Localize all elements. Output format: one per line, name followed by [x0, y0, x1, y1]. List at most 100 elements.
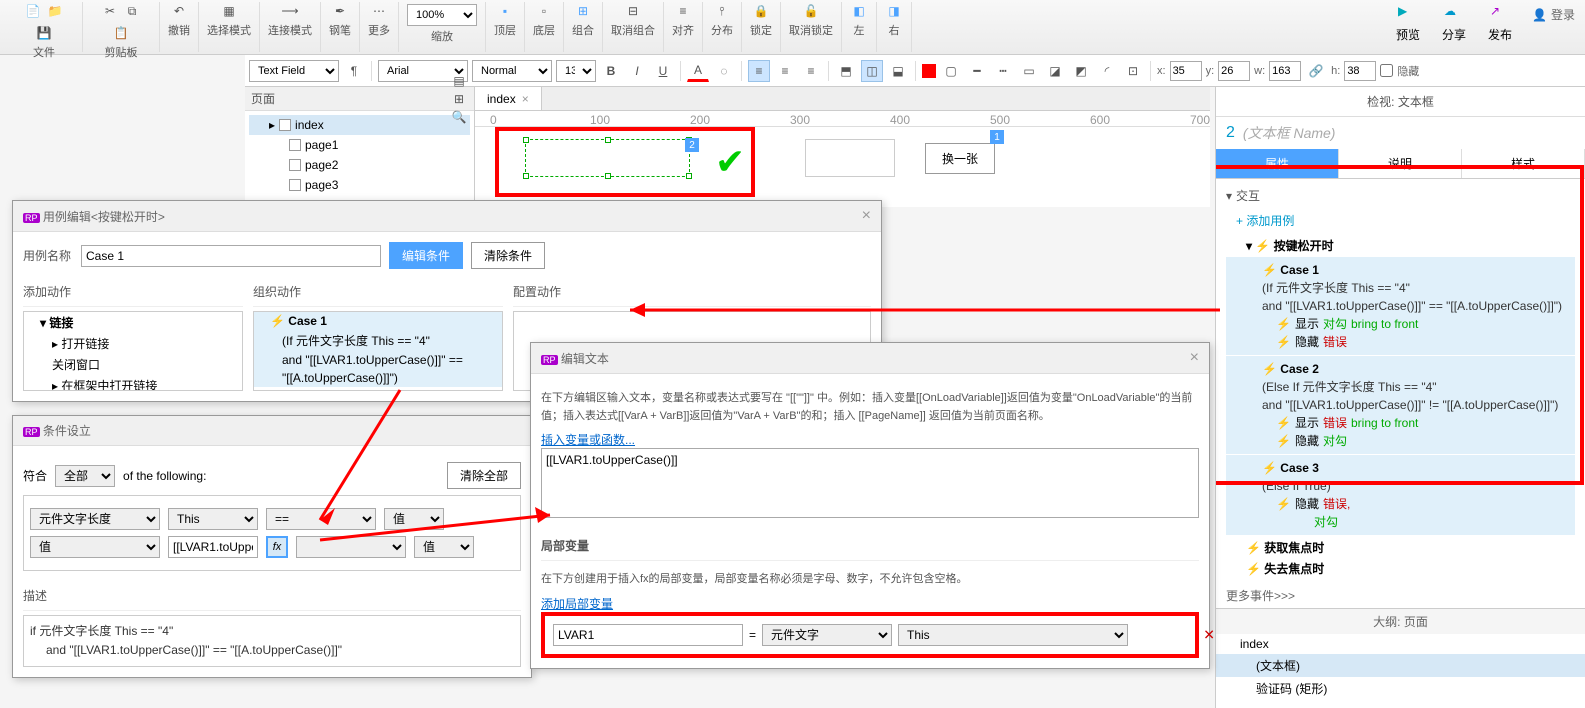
more-events-link[interactable]: 更多事件>>> [1216, 583, 1585, 608]
add-folder-icon[interactable]: ⊞ [450, 90, 468, 108]
add-local-var-link[interactable]: 添加局部变量 [541, 597, 613, 611]
paste-icon[interactable]: 📋 [112, 24, 130, 42]
border-color-icon[interactable]: ▢ [940, 60, 962, 82]
add-page-icon[interactable]: ▤ [450, 72, 468, 90]
size-select[interactable]: 13 [556, 60, 596, 82]
lock-icon[interactable]: 🔒 [752, 2, 770, 20]
effects-icon[interactable]: ◌ [713, 60, 735, 82]
close-dialog-icon[interactable]: × [862, 207, 871, 225]
page-item-page1[interactable]: page1 [249, 135, 470, 155]
delete-var-icon[interactable]: ✕ [1203, 626, 1215, 643]
new-file-icon[interactable]: 📄 [24, 2, 42, 20]
canvas-content[interactable]: 2 ✔ 换一张 1 [475, 127, 1210, 207]
open-file-icon[interactable]: 📁 [46, 2, 64, 20]
cond1-target[interactable]: This [168, 508, 258, 530]
canvas-tab-index[interactable]: index× [475, 87, 542, 110]
save-icon[interactable]: 💾 [35, 24, 53, 42]
event-focus[interactable]: ⚡ 获取焦点时 [1226, 537, 1575, 558]
insert-var-link[interactable]: 插入变量或函数... [541, 433, 635, 447]
action-tree[interactable]: ▾ 链接 ▸ 打开链接 关闭窗口 ▸ 在框架中打开链接 滚动到元件<锚链接> [23, 311, 243, 391]
lock-ratio-icon[interactable]: 🔗 [1305, 60, 1327, 82]
outline-root[interactable]: index [1216, 634, 1585, 654]
change-button[interactable]: 换一张 1 [925, 143, 995, 174]
x-input[interactable] [1170, 61, 1202, 81]
undo-icon[interactable]: ↶ [170, 2, 188, 20]
dock-right-icon[interactable]: ◨ [885, 2, 903, 20]
outline-item-captcha[interactable]: 验证码 (矩形) [1216, 677, 1585, 700]
close-edit-dialog-icon[interactable]: × [1190, 349, 1199, 367]
var-name-input[interactable] [553, 624, 743, 646]
weight-select[interactable]: Normal [472, 60, 552, 82]
connect-mode-icon[interactable]: ⟶ [281, 2, 299, 20]
fx-button[interactable]: fx [266, 536, 288, 558]
text-field-widget[interactable]: 2 [525, 139, 690, 177]
page-item-index[interactable]: ▸ index [249, 115, 470, 135]
bold-icon[interactable]: B [600, 60, 622, 82]
ungroup-icon[interactable]: ⊟ [624, 2, 642, 20]
clear-condition-button[interactable]: 清除条件 [471, 242, 545, 269]
unlock-icon[interactable]: 🔓 [802, 2, 820, 20]
hidden-checkbox[interactable] [1380, 64, 1393, 77]
case-name-input[interactable] [81, 245, 381, 267]
copy-icon[interactable]: ⧉ [123, 2, 141, 20]
login-button[interactable]: 👤登录 [1528, 2, 1579, 27]
w-input[interactable] [1269, 61, 1301, 81]
align-left-icon[interactable]: ≡ [748, 60, 770, 82]
back-icon[interactable]: ▫ [535, 2, 553, 20]
text-color-icon[interactable]: A [687, 60, 709, 82]
more-icon[interactable]: ⋯ [370, 2, 388, 20]
var-type-select[interactable]: 元件文字 [762, 624, 892, 646]
italic-icon[interactable]: I [626, 60, 648, 82]
front-icon[interactable]: ▪ [496, 2, 514, 20]
group-icon[interactable]: ⊞ [574, 2, 592, 20]
valign-bottom-icon[interactable]: ⬓ [887, 60, 909, 82]
fill-color-icon[interactable] [922, 64, 936, 78]
event-blur[interactable]: ⚡ 失去焦点时 [1226, 558, 1575, 579]
align-right-icon[interactable]: ≡ [800, 60, 822, 82]
expression-textarea[interactable]: [[LVAR1.toUpperCase()]] [541, 448, 1199, 518]
close-tab-icon[interactable]: × [522, 92, 529, 106]
cond1-op[interactable]: == [266, 508, 376, 530]
align-center-icon[interactable]: ≡ [774, 60, 796, 82]
cond2-op[interactable] [296, 536, 406, 558]
border-style-icon[interactable]: ┅ [992, 60, 1014, 82]
match-select[interactable]: 全部 [55, 465, 115, 487]
page-item-page3[interactable]: page3 [249, 175, 470, 195]
page-item-page2[interactable]: page2 [249, 155, 470, 175]
search-page-icon[interactable]: 🔍 [450, 108, 468, 126]
clear-all-button[interactable]: 清除全部 [447, 462, 521, 489]
cut-icon[interactable]: ✂ [101, 2, 119, 20]
valign-top-icon[interactable]: ⬒ [835, 60, 857, 82]
border-width-icon[interactable]: ━ [966, 60, 988, 82]
preview-button[interactable]: ▶预览 [1390, 2, 1426, 45]
cond2-type[interactable]: 值 [30, 536, 160, 558]
edit-condition-button[interactable]: 编辑条件 [389, 242, 463, 269]
captcha-widget[interactable] [805, 139, 895, 177]
cond2-valtype[interactable]: 值 [414, 536, 474, 558]
widget-name-input[interactable]: (文本框 Name) [1243, 123, 1336, 143]
pen-icon[interactable]: ✒ [331, 2, 349, 20]
outline-item-textfield[interactable]: (文本框) [1216, 654, 1585, 677]
var-target-select[interactable]: This [898, 624, 1128, 646]
cond2-val[interactable] [168, 536, 258, 558]
shadow-inner-icon[interactable]: ◩ [1070, 60, 1092, 82]
shadow-outer-icon[interactable]: ◪ [1044, 60, 1066, 82]
cond1-type[interactable]: 元件文字长度 [30, 508, 160, 530]
org-action-tree[interactable]: ⚡ Case 1 (If 元件文字长度 This == "4" and "[[L… [253, 311, 503, 391]
distribute-icon[interactable]: ⫯ [713, 2, 731, 20]
zoom-select[interactable]: 100% [407, 4, 477, 26]
select-mode-icon[interactable]: ▦ [220, 2, 238, 20]
valign-middle-icon[interactable]: ◫ [861, 60, 883, 82]
widget-type-select[interactable]: Text Field [249, 60, 339, 82]
corner-radius-icon[interactable]: ◜ [1096, 60, 1118, 82]
align-icon[interactable]: ≡ [674, 2, 692, 20]
underline-icon[interactable]: U [652, 60, 674, 82]
h-input[interactable] [1344, 61, 1376, 81]
cond1-valtype[interactable]: 值 [384, 508, 444, 530]
paragraph-icon[interactable]: ¶ [343, 60, 365, 82]
dock-left-icon[interactable]: ◧ [850, 2, 868, 20]
border-toggle-icon[interactable]: ▭ [1018, 60, 1040, 82]
share-button[interactable]: ☁分享 [1436, 2, 1472, 45]
publish-button[interactable]: ↗发布 [1482, 2, 1518, 45]
padding-icon[interactable]: ⊡ [1122, 60, 1144, 82]
